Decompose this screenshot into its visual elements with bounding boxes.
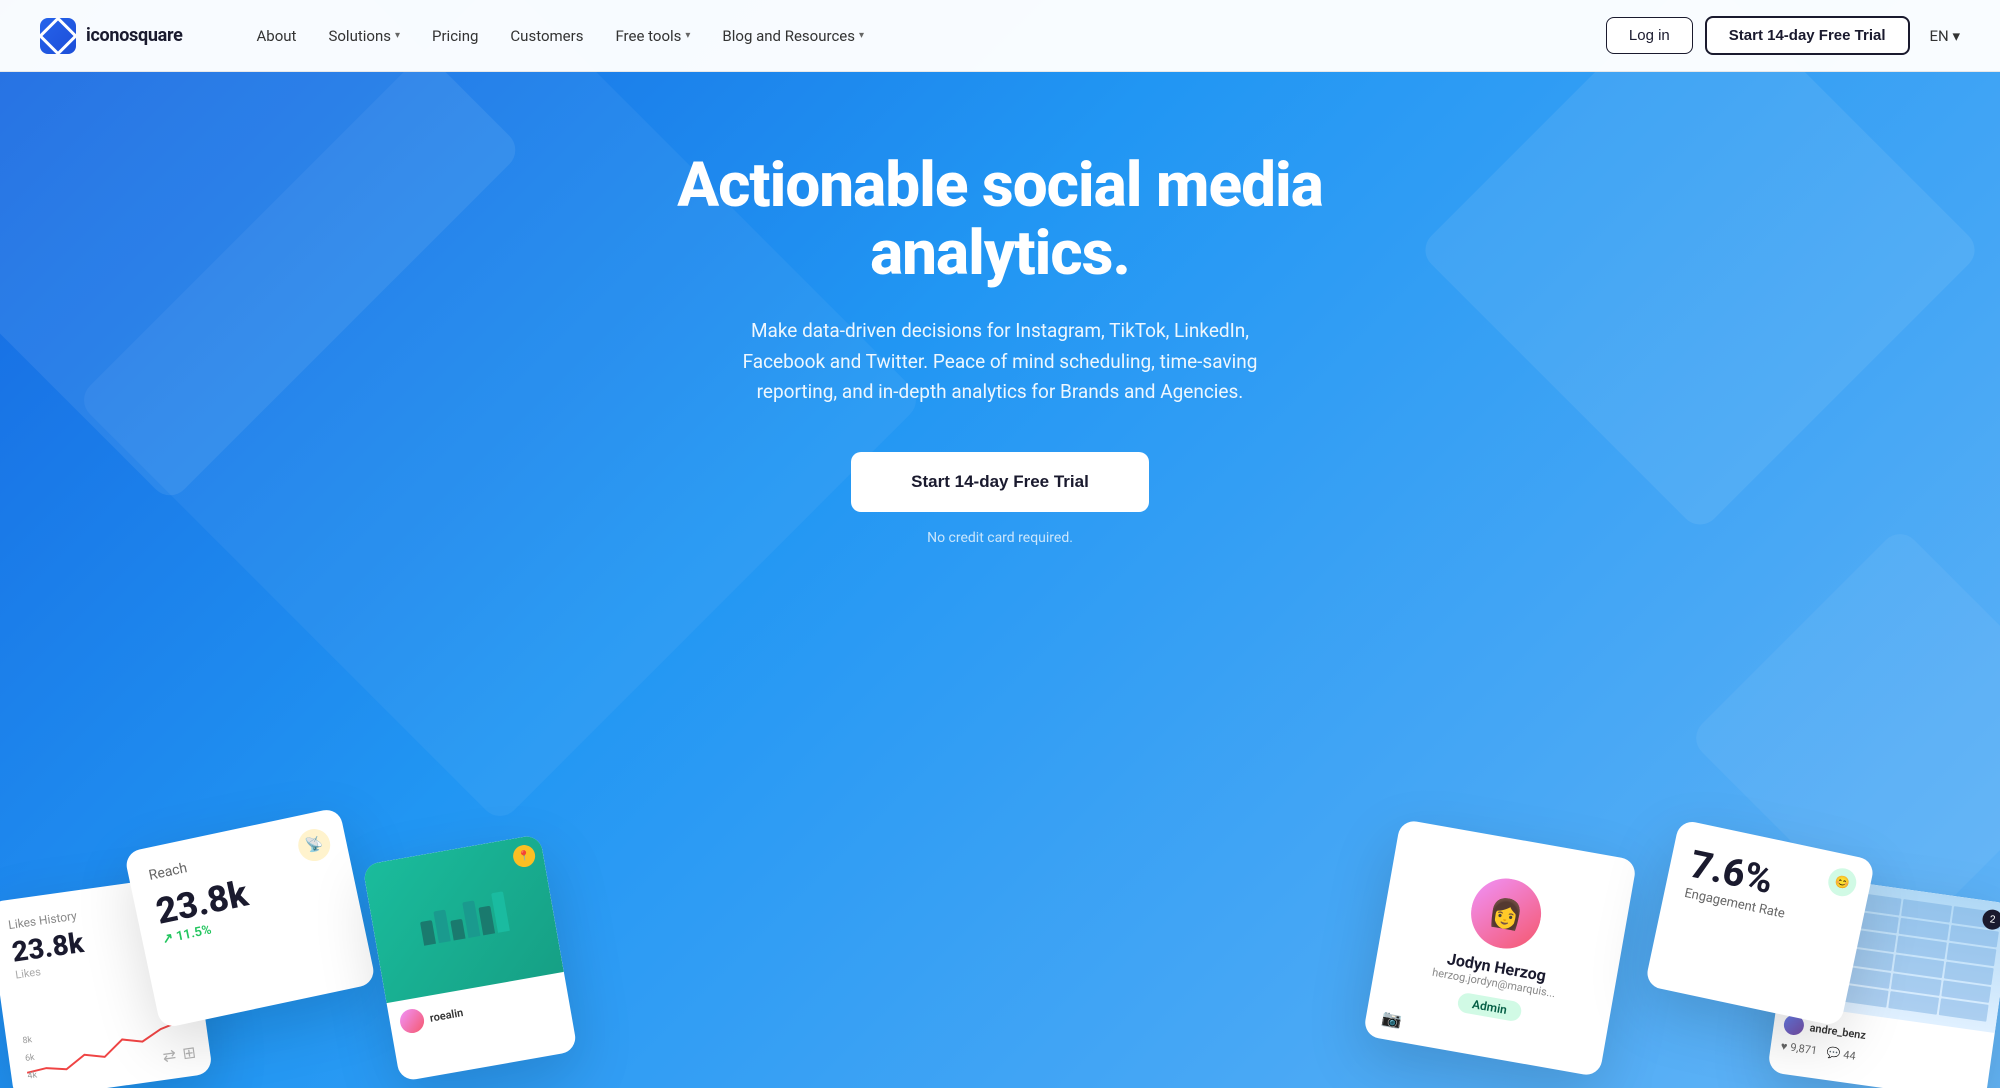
photo-stats: ♥ 9,871 💬 44 <box>1780 1039 1980 1080</box>
language-selector[interactable]: EN ▾ <box>1930 27 1960 45</box>
card-engagement-rate: 😊 7.6% Engagement Rate <box>1645 819 1876 1027</box>
likes-mini-chart: 8k 6k 4k <box>22 1010 195 1083</box>
trial-button[interactable]: Start 14-day Free Trial <box>1705 16 1910 55</box>
nav-blog[interactable]: Blog and Resources ▾ <box>708 19 878 53</box>
likes-sub-label: Likes <box>14 946 178 982</box>
nav-about[interactable]: About <box>243 19 311 53</box>
reach-change: ↗ 11.5% <box>161 895 340 947</box>
photo-likes: ♥ 9,871 <box>1780 1039 1818 1057</box>
bg-shape-3 <box>1417 0 1983 533</box>
card-reach: 📡 Reach 23.8k ↗ 11.5% <box>124 807 377 1029</box>
nav-actions: Log in Start 14-day Free Trial EN ▾ <box>1606 16 1960 55</box>
logo-icon <box>40 18 76 54</box>
card-user-profile: 👩 Jodyn Herzog herzog.jordyn@marquis... … <box>1363 819 1638 1077</box>
svg-text:4k: 4k <box>27 1070 38 1081</box>
post-avatar <box>398 1007 426 1035</box>
hero-section: Actionable social media analytics. Make … <box>0 0 2000 1088</box>
no-credit-card-text: No credit card required. <box>650 530 1350 546</box>
photo-image: 2 <box>1777 874 2000 1033</box>
bar-3 <box>450 919 465 941</box>
likes-history-label: Likes History <box>7 895 171 932</box>
photo-user-row: andre_benz <box>1783 1014 1984 1062</box>
engagement-rate-label: Engagement Rate <box>1683 886 1843 934</box>
reach-label: Reach <box>147 831 326 884</box>
user-name: Jodyn Herzog <box>1446 949 1548 985</box>
nav-free-tools[interactable]: Free tools ▾ <box>601 19 704 53</box>
navigation: iconosquare About Solutions ▾ Pricing Cu… <box>0 0 2000 72</box>
post-username: roealin <box>429 1006 464 1025</box>
svg-text:6k: 6k <box>24 1053 35 1064</box>
chevron-down-icon: ▾ <box>685 30 690 41</box>
reach-number: 23.8k <box>152 854 337 933</box>
bar-4 <box>462 901 480 939</box>
bar-1 <box>420 920 436 946</box>
chevron-down-icon: ▾ <box>859 30 864 41</box>
photo-username: andre_benz <box>1809 1021 1867 1042</box>
nav-customers[interactable]: Customers <box>496 19 597 53</box>
hero-content: Actionable social media analytics. Make … <box>610 72 1390 586</box>
photo-comments: 💬 44 <box>1826 1046 1857 1063</box>
post-bar-graph <box>417 891 510 945</box>
user-role-badge: Admin <box>1457 992 1523 1023</box>
hero-title: Actionable social media analytics. <box>650 152 1350 288</box>
card-photo-post: 2 andre_benz ♥ 9,871 💬 44 <box>1767 874 2000 1088</box>
chevron-down-icon: ▾ <box>395 30 400 41</box>
instagram-icon: 📷 <box>1381 1008 1404 1030</box>
card-post: roealin 📍 <box>362 834 577 1082</box>
bar-6 <box>491 891 510 932</box>
logo[interactable]: iconosquare <box>40 18 183 54</box>
card-likes-history: Likes History 23.8k Likes 8k 6k 4k ⊞ ⇄ <box>0 875 213 1088</box>
post-user: roealin <box>398 984 560 1035</box>
hero-cards: Likes History 23.8k Likes 8k 6k 4k ⊞ ⇄ 📡… <box>0 668 2000 1088</box>
bar-5 <box>478 906 495 936</box>
nav-links: About Solutions ▾ Pricing Customers Free… <box>243 19 1606 53</box>
svg-text:8k: 8k <box>22 1035 33 1046</box>
user-email: herzog.jordyn@marquis... <box>1431 966 1556 1000</box>
hero-cta-button[interactable]: Start 14-day Free Trial <box>851 452 1149 512</box>
post-body: roealin <box>387 972 572 1047</box>
location-icon: 📍 <box>511 843 536 868</box>
smiley-icon: 😊 <box>1826 866 1859 899</box>
grid-icon: ⊞ <box>181 1042 197 1063</box>
bar-2 <box>433 910 450 944</box>
logo-text: iconosquare <box>86 25 183 46</box>
building-graphic <box>1777 874 2000 1033</box>
photo-badge-count: 2 <box>1981 908 2000 931</box>
engagement-rate-value: 7.6% <box>1686 843 1852 919</box>
heart-icon: ♥ <box>1780 1039 1788 1053</box>
photo-body: andre_benz ♥ 9,871 💬 44 <box>1769 1002 1995 1088</box>
post-image <box>362 834 564 1003</box>
photo-avatar <box>1783 1014 1806 1037</box>
signal-icon: 📡 <box>295 826 333 864</box>
nav-solutions[interactable]: Solutions ▾ <box>314 19 414 53</box>
bg-shape-1 <box>0 0 524 504</box>
comment-icon: 💬 <box>1826 1046 1841 1061</box>
login-button[interactable]: Log in <box>1606 17 1693 54</box>
hero-subtitle: Make data-driven decisions for Instagram… <box>710 316 1290 407</box>
likes-number: 23.8k <box>10 913 177 969</box>
arrows-icon: ⇄ <box>161 1045 177 1066</box>
bg-shape-4 <box>1688 526 2000 950</box>
user-avatar: 👩 <box>1466 873 1547 954</box>
nav-pricing[interactable]: Pricing <box>418 19 492 53</box>
